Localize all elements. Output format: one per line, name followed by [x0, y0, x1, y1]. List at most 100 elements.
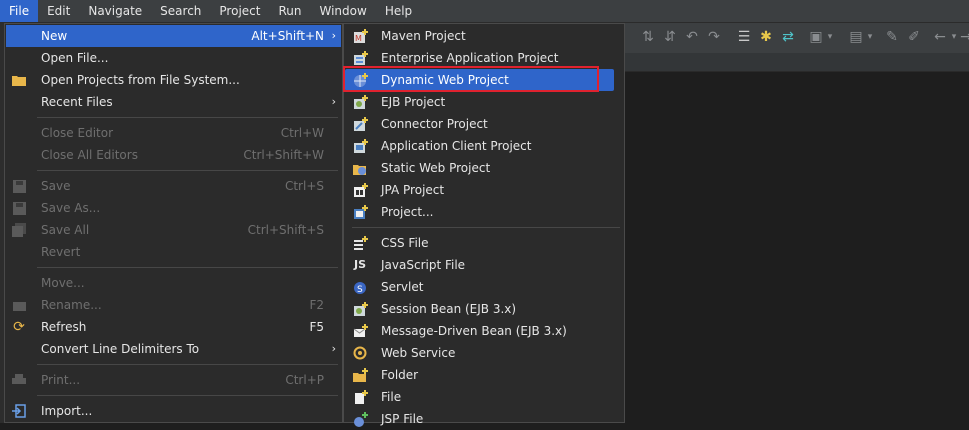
new-item-application-client-project[interactable]: Application Client Project [345, 135, 623, 157]
folder-icon [11, 72, 27, 88]
new-item-jpa-project[interactable]: JPA Project [345, 179, 623, 201]
menu-item-close-editor[interactable]: Close Editor Ctrl+W [6, 122, 341, 144]
menu-item-label: Folder [381, 368, 419, 382]
menu-item-label: File [381, 390, 402, 404]
menu-item-label: Maven Project [381, 29, 466, 43]
menu-item-label: JSP File [381, 412, 424, 426]
menu-item-save[interactable]: Save Ctrl+S [6, 175, 341, 197]
static-web-icon [352, 160, 368, 176]
new-project-icon [352, 204, 368, 220]
menu-item-label: Print... [41, 373, 81, 387]
new-item-servlet[interactable]: S Servlet [345, 276, 623, 298]
menu-item-label: JPA Project [381, 183, 445, 197]
menu-item-label: Application Client Project [381, 139, 532, 153]
connect-icon[interactable]: ⇄ [779, 28, 797, 46]
server-dropdown-icon[interactable]: ▾ [861, 28, 879, 46]
undo-icon[interactable]: ↶ [683, 28, 701, 46]
menu-item-save-all[interactable]: Save All Ctrl+Shift+S [6, 219, 341, 241]
import-icon [11, 403, 27, 419]
new-item-message-driven-bean[interactable]: Message-Driven Bean (EJB 3.x) [345, 320, 623, 342]
refresh-icon: ⟳ [13, 319, 25, 335]
menu-item-convert-line-delimiters[interactable]: Convert Line Delimiters To › [6, 338, 341, 360]
new-item-javascript-file[interactable]: JS JavaScript File [345, 254, 623, 276]
ejb-project-icon [352, 94, 368, 110]
menu-item-new[interactable]: New Alt+Shift+N › [6, 25, 341, 47]
new-item-connector-project[interactable]: Connector Project [345, 113, 623, 135]
application-client-icon [352, 138, 368, 154]
menu-item-close-all-editors[interactable]: Close All Editors Ctrl+Shift+W [6, 144, 341, 166]
menu-run[interactable]: Run [269, 0, 310, 22]
menu-item-label: Save As... [41, 201, 101, 215]
css-file-icon [352, 235, 368, 251]
menu-separator [37, 364, 338, 365]
menu-separator [37, 170, 338, 171]
menu-item-label: Import... [41, 404, 93, 418]
printer-icon [11, 372, 27, 388]
pin-icon[interactable]: ✎ [883, 28, 901, 46]
new-file-icon [352, 389, 368, 405]
menu-file[interactable]: File [0, 0, 39, 22]
menu-item-label: Close All Editors [41, 148, 138, 162]
menu-item-label: EJB Project [381, 95, 446, 109]
main-toolbar: ⇅ ⇵ ↶ ↷ ☰ ✱ ⇄ ▣ ▾ ▤ ▾ ✎ ✐ ← ▾ → [625, 23, 969, 53]
menu-item-label: Revert [41, 245, 81, 259]
new-item-jsp-file[interactable]: JSP File [345, 408, 623, 430]
menu-item-recent-files[interactable]: Recent Files › [6, 91, 341, 113]
editor-tab-strip [625, 53, 969, 72]
menu-item-label: CSS File [381, 236, 429, 250]
menu-item-label: Session Bean (EJB 3.x) [381, 302, 517, 316]
session-bean-icon [352, 301, 368, 317]
save-as-icon [11, 200, 27, 216]
editor-area [625, 72, 969, 423]
debug-icon[interactable]: ✱ [757, 28, 775, 46]
menu-item-move[interactable]: Move... [6, 272, 341, 294]
menu-separator [37, 395, 338, 396]
menu-navigate[interactable]: Navigate [79, 0, 151, 22]
menu-item-refresh[interactable]: ⟳ Refresh F5 [6, 316, 341, 338]
menu-item-open-file[interactable]: Open File... [6, 47, 341, 69]
menu-item-save-as[interactable]: Save As... [6, 197, 341, 219]
submenu-arrow-icon: › [331, 342, 336, 355]
menu-search[interactable]: Search [151, 0, 210, 22]
link-icon[interactable]: ✐ [905, 28, 923, 46]
jpa-project-icon [352, 182, 368, 198]
menu-window[interactable]: Window [310, 0, 375, 22]
new-item-css-file[interactable]: CSS File [345, 232, 623, 254]
submenu-arrow-icon: › [331, 95, 336, 108]
menu-item-print[interactable]: Print... Ctrl+P [6, 369, 341, 391]
new-item-file[interactable]: File [345, 386, 623, 408]
shortcut-label: Ctrl+S [284, 179, 324, 193]
next-annotation-icon[interactable]: ⇅ [639, 28, 657, 46]
menu-item-rename[interactable]: Rename... F2 [6, 294, 341, 316]
new-item-project[interactable]: Project... [345, 201, 623, 223]
new-item-session-bean[interactable]: Session Bean (EJB 3.x) [345, 298, 623, 320]
list-icon[interactable]: ☰ [735, 28, 753, 46]
menu-item-label: Recent Files [41, 95, 113, 109]
new-item-ejb-project[interactable]: EJB Project [345, 91, 623, 113]
menu-project[interactable]: Project [210, 0, 269, 22]
menu-separator [37, 117, 338, 118]
menu-item-import[interactable]: Import... [6, 400, 341, 422]
shortcut-label: Alt+Shift+N [251, 29, 324, 43]
prev-annotation-icon[interactable]: ⇵ [661, 28, 679, 46]
shortcut-label: Ctrl+P [285, 373, 324, 387]
redo-icon[interactable]: ↷ [705, 28, 723, 46]
menu-item-label: Close Editor [41, 126, 114, 140]
menu-edit[interactable]: Edit [38, 0, 79, 22]
menu-bar: File Edit Navigate Search Project Run Wi… [0, 0, 969, 23]
shortcut-label: Ctrl+Shift+S [247, 223, 324, 237]
menu-item-label: Save All [41, 223, 90, 237]
menu-item-open-projects[interactable]: Open Projects from File System... [6, 69, 341, 91]
forward-icon[interactable]: → [957, 28, 969, 46]
new-item-static-web-project[interactable]: Static Web Project [345, 157, 623, 179]
new-item-folder[interactable]: Folder [345, 364, 623, 386]
jsp-file-icon [352, 411, 368, 427]
save-dropdown-icon[interactable]: ▾ [821, 28, 839, 46]
menu-item-revert[interactable]: Revert [6, 241, 341, 263]
menu-help[interactable]: Help [376, 0, 421, 22]
menu-item-label: Static Web Project [381, 161, 491, 175]
new-item-web-service[interactable]: Web Service [345, 342, 623, 364]
maven-project-icon: M [352, 28, 368, 44]
new-item-maven-project[interactable]: M Maven Project [345, 25, 623, 47]
menu-item-label: JavaScript File [381, 258, 466, 272]
